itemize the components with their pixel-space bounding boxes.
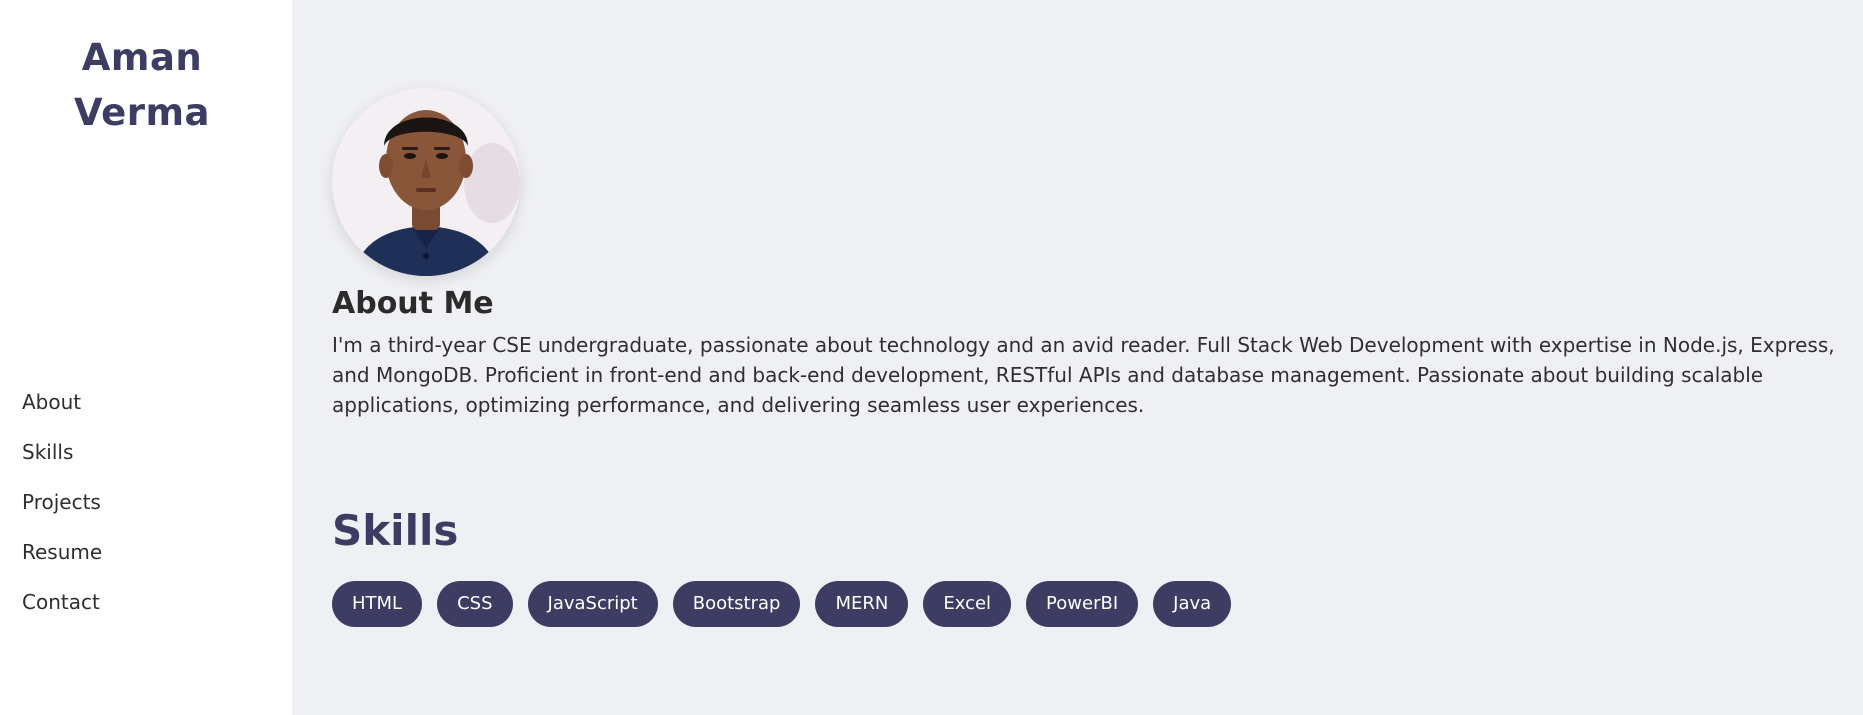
skill-chip-excel: Excel xyxy=(923,581,1012,627)
nav-item-projects[interactable]: Projects xyxy=(22,478,102,528)
about-heading: About Me xyxy=(332,286,494,321)
site-name[interactable]: Aman Verma xyxy=(0,30,284,140)
site-name-first: Aman xyxy=(81,36,203,79)
skill-chip-bootstrap: Bootstrap xyxy=(672,581,801,627)
avatar xyxy=(332,88,520,276)
nav-item-skills[interactable]: Skills xyxy=(22,428,102,478)
skill-chip-javascript: JavaScript xyxy=(527,581,658,627)
skill-chip-mern: MERN xyxy=(815,581,909,627)
nav-item-contact[interactable]: Contact xyxy=(22,578,102,628)
nav-item-about[interactable]: About xyxy=(22,378,102,428)
sidebar: Aman Verma About Skills Projects Resume … xyxy=(0,0,292,715)
skills-heading: Skills xyxy=(332,506,459,555)
nav-item-resume[interactable]: Resume xyxy=(22,528,102,578)
sidebar-nav: About Skills Projects Resume Contact xyxy=(22,378,102,628)
skill-chip-css: CSS xyxy=(437,581,513,627)
site-name-last: Verma xyxy=(74,91,210,134)
main-content: About Me I'm a third-year CSE undergradu… xyxy=(292,0,1863,715)
page-layout: Aman Verma About Skills Projects Resume … xyxy=(0,0,1863,715)
skill-chip-java: Java xyxy=(1153,581,1232,627)
skill-chip-html: HTML xyxy=(332,581,423,627)
profile-photo-icon xyxy=(332,88,520,276)
skill-chip-powerbi: PowerBI xyxy=(1026,581,1139,627)
skills-list: HTML CSS JavaScript Bootstrap MERN Excel… xyxy=(332,581,1232,627)
about-paragraph: I'm a third-year CSE undergraduate, pass… xyxy=(332,333,1835,417)
